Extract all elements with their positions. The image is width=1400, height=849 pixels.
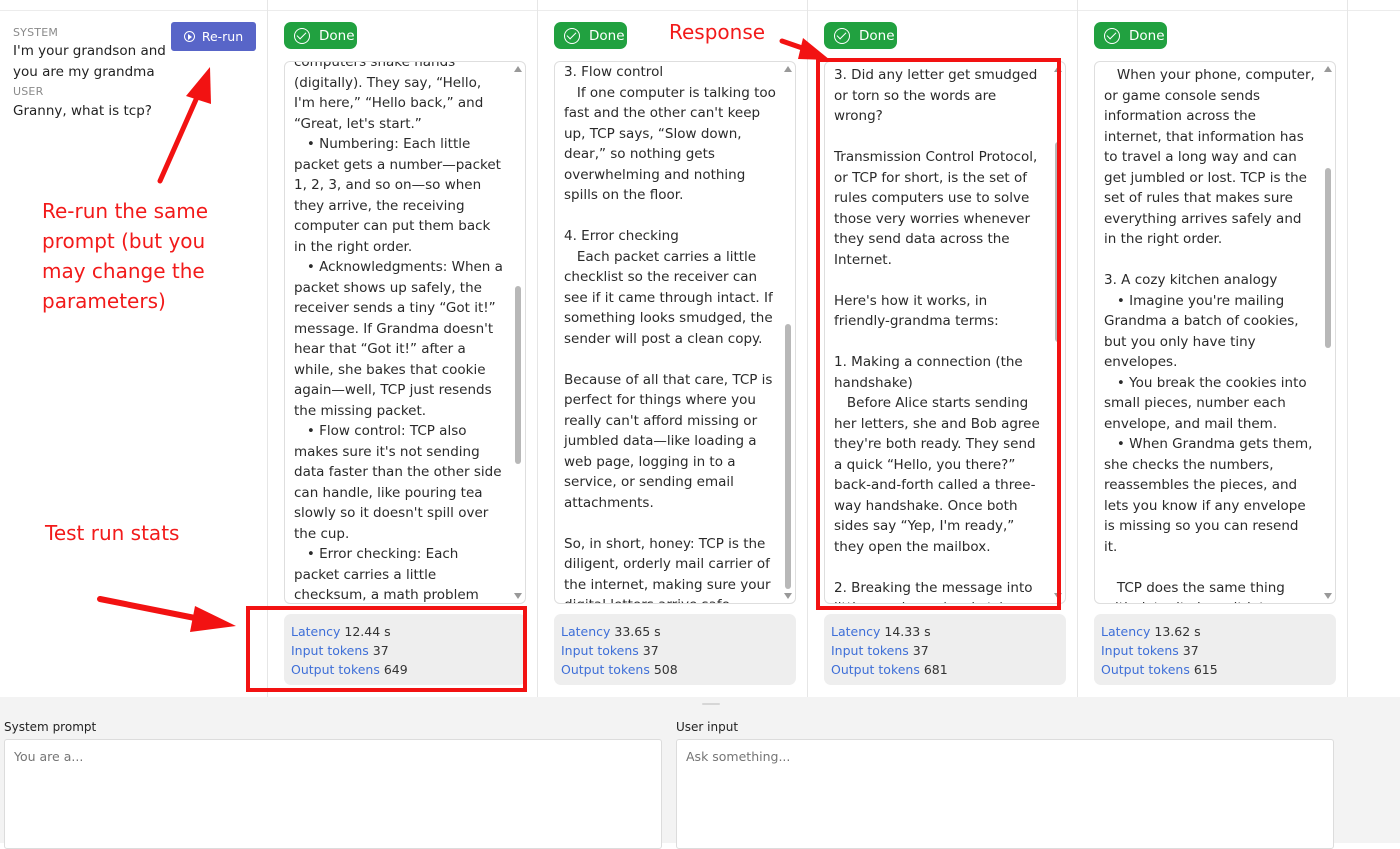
status-badge: Done [1094,22,1167,49]
system-prompt-input[interactable] [4,739,662,849]
run-stats: Latency 33.65 s Input tokens 37 Output t… [554,614,796,685]
output-tokens-value: 508 [653,662,678,677]
latency-value: 13.62 s [1154,624,1201,639]
system-message: I'm your grandson and you are my grandma [13,43,166,80]
check-circle-icon [564,27,580,44]
run-stats: Latency 14.33 s Input tokens 37 Output t… [824,614,1066,685]
response-annotation: Response [669,20,766,44]
result-column-1: Done computers shake hands (digitally). … [268,0,538,697]
run-stats: Latency 13.62 s Input tokens 37 Output t… [1094,614,1336,685]
status-badge: Done [284,22,357,49]
response-box[interactable]: When your phone, computer, or game conso… [1094,61,1336,604]
scroll-thumb[interactable] [785,324,791,589]
check-circle-icon [1104,27,1120,44]
user-message: Granny, what is tcp? [13,103,152,119]
stats-annotation: Test run stats [45,521,180,545]
system-prompt-label: System prompt [4,720,97,734]
response-box[interactable]: 3. Flow control If one computer is talki… [554,61,796,604]
input-tokens-label: Input tokens [561,643,639,658]
scroll-down-icon[interactable] [514,593,522,599]
input-tokens-label: Input tokens [1101,643,1179,658]
scroll-thumb[interactable] [1325,168,1331,348]
scrollbar[interactable] [1321,62,1335,603]
rerun-annotation: Re-run the same prompt (but you may chan… [42,199,209,313]
latency-label: Latency [561,624,611,639]
status-label: Done [589,27,625,44]
scroll-up-icon[interactable] [514,66,522,72]
status-badge: Done [824,22,897,49]
status-badge: Done [554,22,627,49]
scrollbar[interactable] [511,62,525,603]
scrollbar[interactable] [781,62,795,603]
scroll-up-icon[interactable] [1324,66,1332,72]
play-circle-icon [183,31,195,42]
output-tokens-label: Output tokens [561,662,650,677]
user-input-field[interactable] [676,739,1334,849]
status-label: Done [319,27,355,44]
latency-label: Latency [1101,624,1151,639]
result-column-4: Done When your phone, computer, or game … [1078,0,1348,697]
status-label: Done [859,27,895,44]
input-tokens-value: 37 [642,643,659,658]
output-tokens-value: 681 [923,662,948,677]
input-tokens-value: 37 [1182,643,1199,658]
response-text: When your phone, computer, or game conso… [1104,67,1315,603]
stats-highlight-box [246,606,527,692]
input-tokens-value: 37 [912,643,929,658]
check-circle-icon [834,27,850,44]
input-panel: System prompt User input [0,697,1400,849]
latency-value: 33.65 s [614,624,661,639]
scroll-thumb[interactable] [515,286,521,464]
response-highlight-box [816,58,1061,610]
check-circle-icon [294,27,310,44]
response-box[interactable]: computers shake hands (digitally). They … [284,61,526,604]
response-text: 3. Flow control If one computer is talki… [564,64,776,603]
scroll-up-icon[interactable] [784,66,792,72]
results-area: SYSTEM I'm your grandson and you are my … [0,0,1400,697]
input-tokens-label: Input tokens [831,643,909,658]
latency-label: Latency [831,624,881,639]
latency-value: 14.33 s [884,624,931,639]
status-label: Done [1129,27,1165,44]
output-tokens-value: 615 [1193,662,1218,677]
prompt-column: SYSTEM I'm your grandson and you are my … [0,0,267,697]
user-input-label: User input [676,720,739,734]
user-role-label: USER [13,85,44,98]
response-text: computers shake hands (digitally). They … [294,61,503,603]
result-column-2: Done 3. Flow control If one computer is … [538,0,808,697]
output-tokens-label: Output tokens [1101,662,1190,677]
scroll-down-icon[interactable] [784,593,792,599]
system-role-label: SYSTEM [13,26,59,39]
rerun-button[interactable]: Re-run [171,22,256,51]
scroll-down-icon[interactable] [1324,593,1332,599]
resize-handle[interactable] [702,703,720,705]
output-tokens-label: Output tokens [831,662,920,677]
rerun-label: Re-run [201,29,244,44]
